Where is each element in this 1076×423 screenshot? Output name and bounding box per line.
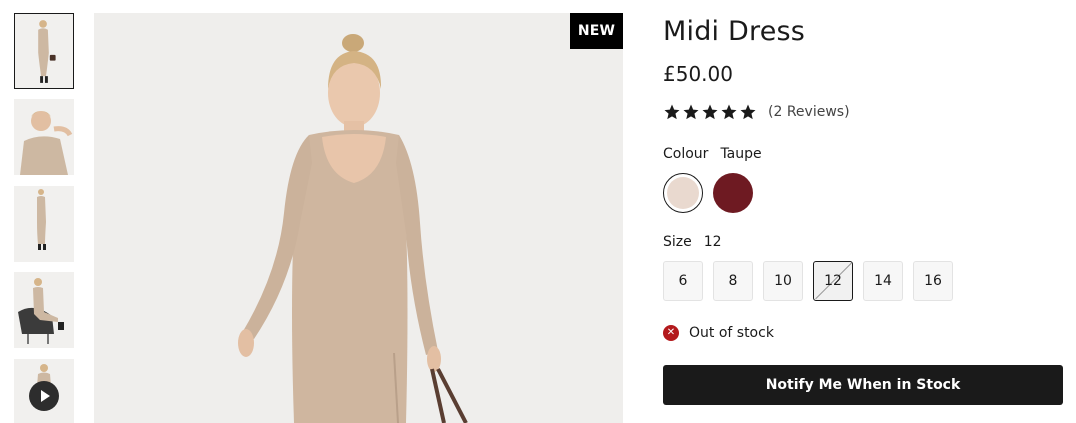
thumbnail-3[interactable] <box>14 186 74 262</box>
new-badge: NEW <box>570 13 623 49</box>
close-icon: ✕ <box>663 325 679 341</box>
product-title: Midi Dress <box>663 16 806 47</box>
product-rating: (2 Reviews) <box>663 102 850 122</box>
model-full-length-image <box>15 14 73 88</box>
thumbnail-5-video[interactable] <box>14 359 74 423</box>
star-icon <box>683 104 699 120</box>
size-option-16[interactable]: 16 <box>913 261 953 301</box>
size-heading: Size 12 <box>663 234 722 250</box>
stock-status: ✕ Out of stock <box>663 323 774 343</box>
star-icon <box>721 104 737 120</box>
model-closeup-image <box>14 99 74 175</box>
star-icon <box>664 104 680 120</box>
stock-status-text: Out of stock <box>689 325 774 341</box>
star-rating <box>663 103 757 121</box>
product-price: £50.00 <box>663 62 733 86</box>
colour-selected-value: Taupe <box>720 146 762 162</box>
size-option-14[interactable]: 14 <box>863 261 903 301</box>
video-play-icon[interactable] <box>29 381 59 411</box>
size-option-label: 12 <box>824 273 842 289</box>
thumbnail-1[interactable] <box>14 13 74 89</box>
colour-label: Colour <box>663 146 709 162</box>
thumbnail-4[interactable] <box>14 272 74 348</box>
model-wearing-midi-dress-image <box>94 13 623 423</box>
colour-swatch-burgundy[interactable] <box>713 173 753 213</box>
size-selected-value: 12 <box>703 234 722 250</box>
size-label: Size <box>663 234 692 250</box>
notify-me-button[interactable]: Notify Me When in Stock <box>663 365 1063 405</box>
size-option-8[interactable]: 8 <box>713 261 753 301</box>
main-product-image[interactable]: NEW <box>94 13 623 423</box>
colour-heading: Colour Taupe <box>663 146 762 162</box>
swatch-fill <box>667 177 699 209</box>
size-option-10[interactable]: 10 <box>763 261 803 301</box>
colour-swatch-taupe[interactable] <box>663 173 703 213</box>
thumbnail-2[interactable] <box>14 99 74 175</box>
star-icon <box>702 104 718 120</box>
reviews-link[interactable]: (2 Reviews) <box>768 104 850 120</box>
model-seated-image <box>14 272 74 348</box>
size-option-6[interactable]: 6 <box>663 261 703 301</box>
size-option-12[interactable]: 12 <box>813 261 853 301</box>
star-icon <box>740 104 756 120</box>
swatch-fill <box>713 173 753 213</box>
model-full-length-image <box>14 186 74 262</box>
